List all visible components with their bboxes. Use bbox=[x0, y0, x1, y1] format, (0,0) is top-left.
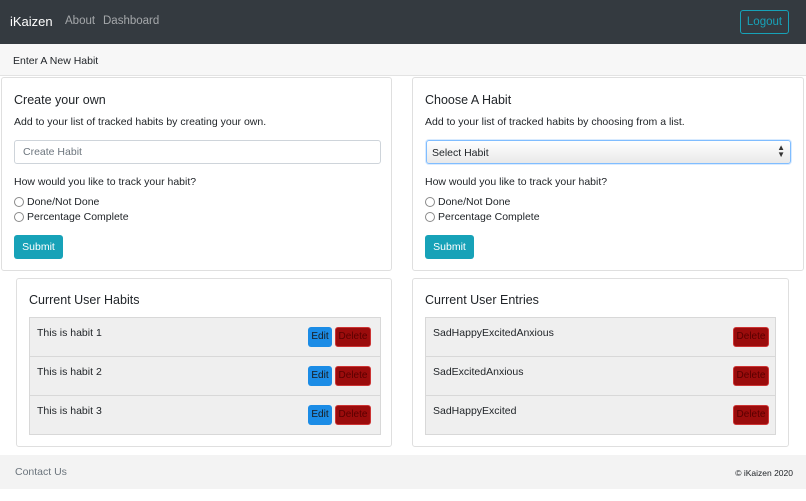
delete-button[interactable]: Delete bbox=[335, 327, 371, 347]
choose-habit-card: Choose A Habit Add to your list of track… bbox=[412, 77, 804, 271]
logout-button[interactable]: Logout bbox=[740, 10, 789, 34]
entry-row: SadExcitedAnxious Delete bbox=[425, 356, 776, 396]
radio-button[interactable] bbox=[14, 197, 24, 207]
habit-row: This is habit 1 Edit Delete bbox=[29, 317, 381, 357]
entry-row: SadHappyExcited Delete bbox=[425, 395, 776, 435]
select-arrows-icon: ▲ ▼ bbox=[777, 143, 785, 159]
nav-link-dashboard[interactable]: Dashboard bbox=[103, 15, 159, 27]
user-habits-card: Current User Habits This is habit 1 Edit… bbox=[16, 278, 392, 447]
radio-label: Percentage Complete bbox=[27, 211, 129, 223]
choose-submit-button[interactable]: Submit bbox=[425, 235, 474, 259]
radio-button[interactable] bbox=[14, 212, 24, 222]
edit-button[interactable]: Edit bbox=[308, 366, 332, 386]
create-submit-button[interactable]: Submit bbox=[14, 235, 63, 259]
habit-select-value: Select Habit bbox=[432, 147, 489, 159]
choose-track-question: How would you like to track your habit? bbox=[425, 176, 608, 188]
entry-name: SadHappyExcited bbox=[433, 405, 517, 417]
habit-name: This is habit 2 bbox=[37, 366, 102, 378]
delete-button[interactable]: Delete bbox=[733, 327, 769, 347]
delete-button[interactable]: Delete bbox=[733, 366, 769, 386]
entry-row: SadHappyExcitedAnxious Delete bbox=[425, 317, 776, 357]
delete-button[interactable]: Delete bbox=[335, 366, 371, 386]
entry-name: SadExcitedAnxious bbox=[433, 366, 524, 378]
nav-link-about[interactable]: About bbox=[65, 15, 95, 27]
brand-logo[interactable]: iKaizen bbox=[10, 14, 53, 29]
create-track-question: How would you like to track your habit? bbox=[14, 176, 197, 188]
user-entries-card: Current User Entries SadHappyExcitedAnxi… bbox=[412, 278, 789, 447]
habit-select[interactable]: Select Habit ▲ ▼ bbox=[426, 140, 791, 164]
choose-card-description: Add to your list of tracked habits by ch… bbox=[425, 116, 685, 128]
page-title: Enter A New Habit bbox=[13, 55, 99, 67]
edit-button[interactable]: Edit bbox=[308, 405, 332, 425]
edit-button[interactable]: Edit bbox=[308, 327, 332, 347]
create-habit-input[interactable] bbox=[14, 140, 381, 164]
create-card-title: Create your own bbox=[14, 93, 106, 107]
radio-label: Done/Not Done bbox=[27, 196, 100, 208]
navbar: iKaizen About Dashboard Logout bbox=[0, 0, 806, 44]
habits-card-title: Current User Habits bbox=[29, 293, 140, 307]
radio-label: Done/Not Done bbox=[438, 196, 511, 208]
create-card-description: Add to your list of tracked habits by cr… bbox=[14, 116, 267, 128]
radio-label: Percentage Complete bbox=[438, 211, 540, 223]
habit-name: This is habit 1 bbox=[37, 327, 102, 339]
delete-button[interactable]: Delete bbox=[733, 405, 769, 425]
entry-name: SadHappyExcitedAnxious bbox=[433, 327, 554, 339]
delete-button[interactable]: Delete bbox=[335, 405, 371, 425]
choose-card-title: Choose A Habit bbox=[425, 93, 512, 107]
habit-row: This is habit 2 Edit Delete bbox=[29, 356, 381, 396]
radio-button[interactable] bbox=[425, 197, 435, 207]
entries-card-title: Current User Entries bbox=[425, 293, 539, 307]
page-header: Enter A New Habit bbox=[0, 44, 806, 76]
habit-name: This is habit 3 bbox=[37, 405, 102, 417]
radio-button[interactable] bbox=[425, 212, 435, 222]
footer: Contact Us © iKaizen 2020 bbox=[0, 455, 806, 489]
create-habit-card: Create your own Add to your list of trac… bbox=[1, 77, 392, 271]
copyright-text: © iKaizen 2020 bbox=[735, 468, 793, 478]
habit-row: This is habit 3 Edit Delete bbox=[29, 395, 381, 435]
contact-us-link[interactable]: Contact Us bbox=[15, 466, 67, 478]
